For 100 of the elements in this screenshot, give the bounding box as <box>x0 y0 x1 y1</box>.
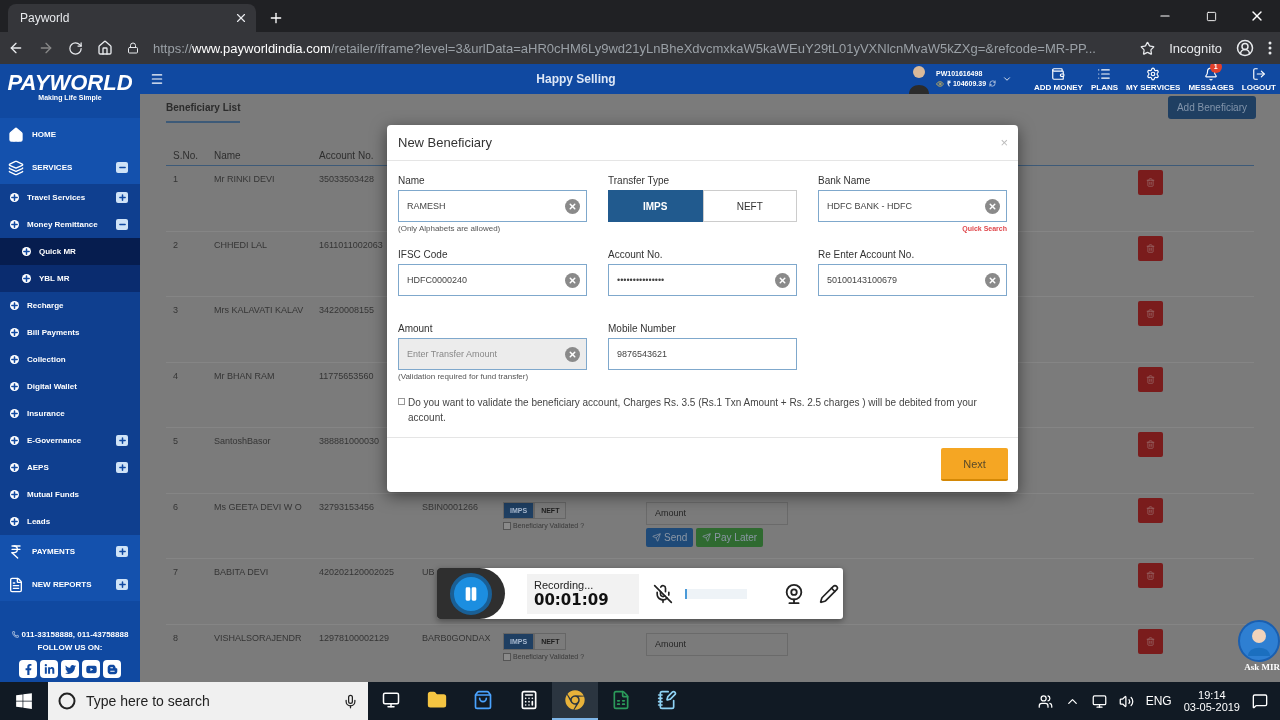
eye-icon <box>936 79 944 88</box>
input-field[interactable]: ••••••••••••••• <box>608 264 797 296</box>
input-field[interactable]: 9876543621 <box>608 338 797 370</box>
linkedin-icon <box>43 663 55 675</box>
delete-button[interactable] <box>1138 366 1163 392</box>
table-cell: VISHALSORAJENDR <box>214 632 302 643</box>
clear-button[interactable] <box>565 198 580 214</box>
sidebar-item[interactable]: Digital Wallet <box>0 373 140 400</box>
checkbox[interactable] <box>398 398 405 405</box>
collapse-toggle[interactable] <box>116 219 128 230</box>
twitter-button[interactable] <box>61 660 79 678</box>
bullet-icon <box>10 220 19 229</box>
pencil-icon[interactable] <box>819 583 839 604</box>
sidebar-item[interactable]: NEW REPORTS <box>0 568 140 601</box>
webcam-icon[interactable] <box>783 582 805 605</box>
clear-button[interactable] <box>775 272 790 288</box>
reload-icon[interactable] <box>68 40 83 56</box>
checkbox[interactable] <box>503 521 511 530</box>
linkedin-button[interactable] <box>40 660 58 678</box>
sidebar-item[interactable]: SERVICES <box>0 151 140 184</box>
table-cell: CHHEDI LAL <box>214 239 267 250</box>
new-tab-icon[interactable] <box>268 10 284 26</box>
sidebar-item[interactable]: Bill Payments <box>0 319 140 346</box>
sidebar-item[interactable]: Travel Services <box>0 184 140 211</box>
spreadsheet-icon <box>611 690 631 710</box>
refresh-icon[interactable] <box>989 80 997 87</box>
sidebar-item[interactable]: Mutual Funds <box>0 481 140 508</box>
close-icon <box>568 201 577 211</box>
taskbar-search[interactable]: Type here to search <box>48 682 368 720</box>
sidebar-item[interactable]: Money Remittance <box>0 211 140 238</box>
blogger-button[interactable] <box>103 660 121 678</box>
close-icon <box>988 201 997 211</box>
transfer-type-option[interactable]: NEFT <box>702 190 797 222</box>
sidebar-item[interactable]: Collection <box>0 346 140 373</box>
nav-item[interactable]: ADD MONEY <box>1030 66 1087 92</box>
nav-item[interactable]: PLANS <box>1086 66 1123 92</box>
delete-button[interactable] <box>1138 628 1163 654</box>
home-icon[interactable] <box>97 40 113 56</box>
network-icon[interactable] <box>1091 693 1107 709</box>
sidebar-item[interactable]: Insurance <box>0 400 140 427</box>
speaker-icon[interactable] <box>1118 693 1134 709</box>
input-field[interactable]: HDFC0000240 <box>398 264 587 296</box>
trash-icon <box>1146 309 1155 318</box>
collapse-toggle[interactable] <box>116 162 128 173</box>
sidebar-item[interactable]: Leads <box>0 508 140 535</box>
menu-icon[interactable] <box>1268 41 1272 55</box>
input-field[interactable]: RAMESH <box>398 190 587 222</box>
browser-tab[interactable]: Payworld <box>8 4 256 32</box>
sidebar-item[interactable]: HOME <box>0 118 140 151</box>
clear-button[interactable] <box>985 198 1000 214</box>
table-cell: 6 <box>173 501 178 512</box>
close-icon <box>988 275 997 285</box>
sidebar-item[interactable]: PAYMENTS <box>0 535 140 568</box>
forward-icon[interactable] <box>38 40 54 56</box>
expand-toggle[interactable] <box>116 192 128 203</box>
notification-icon[interactable] <box>1252 693 1268 709</box>
notepad-icon <box>657 690 677 710</box>
checkbox[interactable] <box>503 652 511 661</box>
language-indicator[interactable]: ENG <box>1145 694 1172 708</box>
nav-item[interactable]: LOGOUT <box>1237 66 1280 92</box>
sidebar-item[interactable]: AEPS <box>0 454 140 481</box>
close-icon <box>234 11 248 25</box>
expand-toggle[interactable] <box>116 579 128 590</box>
sidebar-item[interactable]: E-Governance <box>0 427 140 454</box>
facebook-button[interactable] <box>19 660 37 678</box>
chevron-down-icon[interactable] <box>1002 74 1013 84</box>
youtube-button[interactable] <box>82 660 100 678</box>
table-cell: SantoshBasor <box>214 436 271 446</box>
back-icon[interactable] <box>8 40 24 56</box>
menu-icon[interactable] <box>150 72 164 86</box>
muted-mic-icon[interactable] <box>653 583 673 604</box>
clear-button[interactable] <box>565 272 580 288</box>
expand-toggle[interactable] <box>116 435 128 446</box>
table-cell: Mrs KALAVATI KALAV <box>214 305 304 315</box>
expand-toggle[interactable] <box>116 546 128 557</box>
next-button[interactable]: Next <box>941 448 1008 481</box>
table-cell: 34220008155 <box>319 305 375 315</box>
clear-button[interactable] <box>985 272 1000 288</box>
sidebar-item[interactable]: Recharge <box>0 292 140 319</box>
sidebar-item[interactable]: Quick MR <box>0 238 140 265</box>
people-icon[interactable] <box>1037 693 1053 709</box>
amount-field[interactable]: Amount <box>646 632 788 656</box>
add-beneficiary-button[interactable]: Add Beneficiary <box>1167 96 1256 119</box>
amount-field[interactable]: Amount <box>646 501 788 525</box>
delete-button[interactable] <box>1138 497 1163 523</box>
nav-item[interactable]: MY SERVICES <box>1122 66 1185 92</box>
delete-button[interactable] <box>1138 235 1163 261</box>
star-icon[interactable] <box>1140 40 1156 56</box>
pause-button[interactable] <box>450 572 492 615</box>
input-field[interactable]: 50100143100679 <box>818 264 1007 296</box>
sidebar-item[interactable]: YBL MR <box>0 265 140 292</box>
wallet-icon <box>1051 66 1066 81</box>
bullet-icon <box>10 355 19 364</box>
transfer-type-option[interactable]: IMPS <box>608 190 703 222</box>
taskbar-app[interactable] <box>552 682 598 720</box>
expand-toggle[interactable] <box>116 462 128 473</box>
consent-text: Do you want to validate the beneficiary account, Charges Rs. 3.5 (Rs.1 Txn Amount + Rs. 2.5 charges ) will be debited from your account. <box>408 396 978 425</box>
house-icon <box>8 126 24 143</box>
address-bar[interactable]: https://www.payworldindia.com/retailer/iframe?level=3&urlData=aHR0cHM6Ly9wd21yLnBheXdvcmxkaW5kaWEuY29tL01yVXNlcnMvaW5kZXg=&refcode=MR-PP... <box>153 40 1127 56</box>
input-field[interactable]: HDFC BANK - HDFC <box>818 190 1007 222</box>
